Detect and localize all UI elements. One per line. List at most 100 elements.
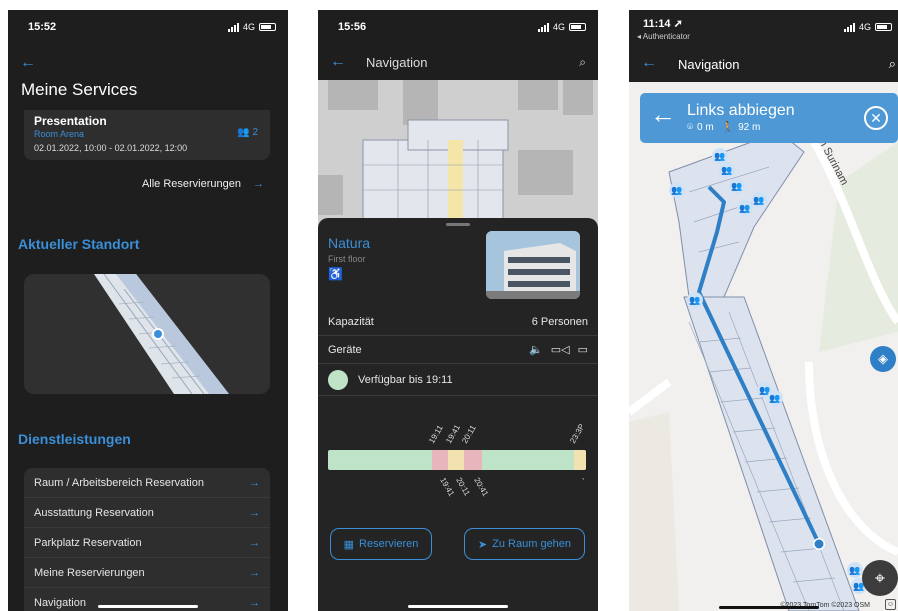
reservation-card[interactable]: Presentation Room Arena 02.01.2022, 10:0… <box>24 110 270 160</box>
search-icon[interactable]: ⌕ <box>889 56 896 72</box>
battery-icon <box>569 23 586 31</box>
walking-icon: 🚶 <box>721 122 735 133</box>
page-title: Meine Services <box>21 80 138 99</box>
people-marker-icon[interactable]: 👥 <box>751 192 767 208</box>
service-label: Parkplatz Reservation <box>34 536 142 549</box>
reserve-button[interactable]: ▦ Reservieren <box>330 528 432 560</box>
people-marker-icon[interactable]: 👥 <box>719 162 735 178</box>
locate-me-icon[interactable]: ⌖ <box>862 560 898 596</box>
timeline-tentative-slot <box>574 450 586 470</box>
timeline-top-label: 20:11 <box>460 423 478 445</box>
service-parking-reservation[interactable]: Parkplatz Reservation → <box>24 528 270 558</box>
signal-icon <box>537 22 549 32</box>
timeline-bottom-label: 20:11 <box>454 476 472 498</box>
service-label: Meine Reservierungen <box>34 566 145 579</box>
room-photo <box>486 231 580 299</box>
status-time: 15:52 <box>28 21 57 33</box>
network-label: 4G <box>552 22 565 32</box>
distance-value: 0 m <box>697 122 714 133</box>
screen-meine-services: 15:52 4G ← Meine Services Presentation R… <box>8 10 288 611</box>
reservation-datetime: 02.01.2022, 10:00 - 02.01.2022, 12:00 <box>34 143 188 153</box>
devices-row: Geräte 🔈 ▭◁ ▭ <box>318 336 598 364</box>
navigation-arrow-icon: ➤ <box>477 538 488 551</box>
capacity-value: 6 Personen <box>531 315 588 328</box>
people-marker-icon[interactable]: 👥 <box>687 292 703 308</box>
all-reservations-label: Alle Reservierungen <box>141 178 241 190</box>
availability-timeline[interactable]: 19:11 19:41 20:11 23:3P 19:41 20:11 20:4… <box>328 406 586 506</box>
feedback-icon[interactable]: ☺ <box>885 599 896 610</box>
page-title: Navigation <box>678 57 740 72</box>
service-equipment-reservation[interactable]: Ausstattung Reservation → <box>24 498 270 528</box>
page-title: Navigation <box>366 55 428 70</box>
room-name: Natura <box>328 235 371 251</box>
people-icon: 👥 <box>236 127 250 138</box>
turn-instruction-banner: ← Links abbiegen ⌾ 0 m 🚶 92 m ✕ <box>640 93 898 143</box>
home-indicator <box>719 606 819 609</box>
instruction-text: Links abbiegen <box>687 102 795 119</box>
network-label: 4G <box>858 22 871 32</box>
back-to-app-link[interactable]: ◂ Authenticator <box>637 32 690 41</box>
availability-text: Verfügbar bis 19:11 <box>358 373 453 386</box>
home-indicator <box>408 605 508 608</box>
location-mini-map[interactable] <box>24 274 270 394</box>
status-bar: 15:56 4G <box>318 10 598 46</box>
sheet-handle[interactable] <box>446 223 470 226</box>
people-marker-icon[interactable]: 👥 <box>737 200 753 216</box>
service-label: Navigation <box>34 597 86 609</box>
go-to-room-label: Zu Raum gehen <box>492 538 572 550</box>
services-heading: Dienstleistungen <box>18 431 131 447</box>
timeline-bottom-label: , <box>582 472 585 481</box>
service-label: Ausstattung Reservation <box>34 506 154 519</box>
service-my-reservations[interactable]: Meine Reservierungen → <box>24 558 270 588</box>
battery-icon <box>259 23 276 31</box>
arrow-right-icon: → <box>249 506 260 519</box>
reservation-location: Room Arena <box>34 129 85 139</box>
all-reservations-link[interactable]: Alle Reservierungen → <box>142 178 264 190</box>
timeline-busy-slot <box>432 450 448 470</box>
devices-label: Geräte <box>328 343 362 356</box>
people-marker-icon[interactable]: 👥 <box>669 182 685 198</box>
home-indicator <box>98 605 198 608</box>
mini-map-floorplan <box>94 274 229 394</box>
status-time-text: 11:14 <box>643 18 671 30</box>
people-marker-icon[interactable]: 👥 <box>847 562 863 578</box>
participants-count: 2 <box>252 127 258 138</box>
timeline-top-label: 23:3P <box>568 422 587 445</box>
display-icon: ▭ <box>577 344 588 356</box>
arrow-right-icon: → <box>253 178 264 190</box>
close-icon[interactable]: ✕ <box>864 106 888 130</box>
people-marker-icon[interactable]: 👥 <box>767 390 783 406</box>
map-background[interactable] <box>318 80 598 230</box>
search-icon[interactable]: ⌕ <box>579 55 586 70</box>
arrow-right-icon: → <box>249 476 260 489</box>
back-arrow-icon[interactable]: ← <box>20 54 36 72</box>
reserve-label: Reservieren <box>359 538 419 550</box>
layers-icon[interactable]: ◈ <box>870 346 896 372</box>
timeline-bottom-label: 19:41 <box>438 476 457 498</box>
status-bar: 15:52 4G <box>8 10 288 46</box>
location-arrow-icon: ➚ <box>673 18 683 30</box>
timeline-busy-slot <box>464 450 482 470</box>
timeline-bar <box>328 450 586 470</box>
service-room-reservation[interactable]: Raum / Arbeitsbereich Reservation → <box>24 468 270 498</box>
building-image <box>486 231 580 299</box>
indoor-map[interactable]: Im Surinam 👥 👥 👥 👥 👥 👥 👥 👥 👥 👥 👥 ◈ ⌖ ©20… <box>629 82 898 611</box>
timeline-top-label: 19:41 <box>444 423 463 445</box>
services-list: Raum / Arbeitsbereich Reservation → Ausst… <box>24 468 270 611</box>
network-label: 4G <box>242 22 255 32</box>
arrow-right-icon: → <box>249 536 260 549</box>
people-marker-icon[interactable]: 👥 <box>729 178 745 194</box>
arrow-right-icon: → <box>249 597 260 609</box>
arrow-right-icon: → <box>249 566 260 579</box>
back-arrow-icon[interactable]: ← <box>330 53 346 71</box>
header: 11:14 ➚ ◂ Authenticator 4G ← Navigation … <box>629 10 898 82</box>
go-to-room-button[interactable]: ➤ Zu Raum gehen <box>464 528 585 560</box>
reservation-title: Presentation <box>34 114 107 128</box>
video-camera-icon: ▭◁ <box>550 344 570 356</box>
battery-icon <box>875 23 892 31</box>
signal-icon <box>843 22 855 32</box>
back-arrow-icon[interactable]: ← <box>641 54 657 72</box>
timeline-bottom-label: 20:41 <box>472 476 491 498</box>
speaker-icon: 🔈 <box>529 344 543 356</box>
map-canvas <box>629 82 898 611</box>
